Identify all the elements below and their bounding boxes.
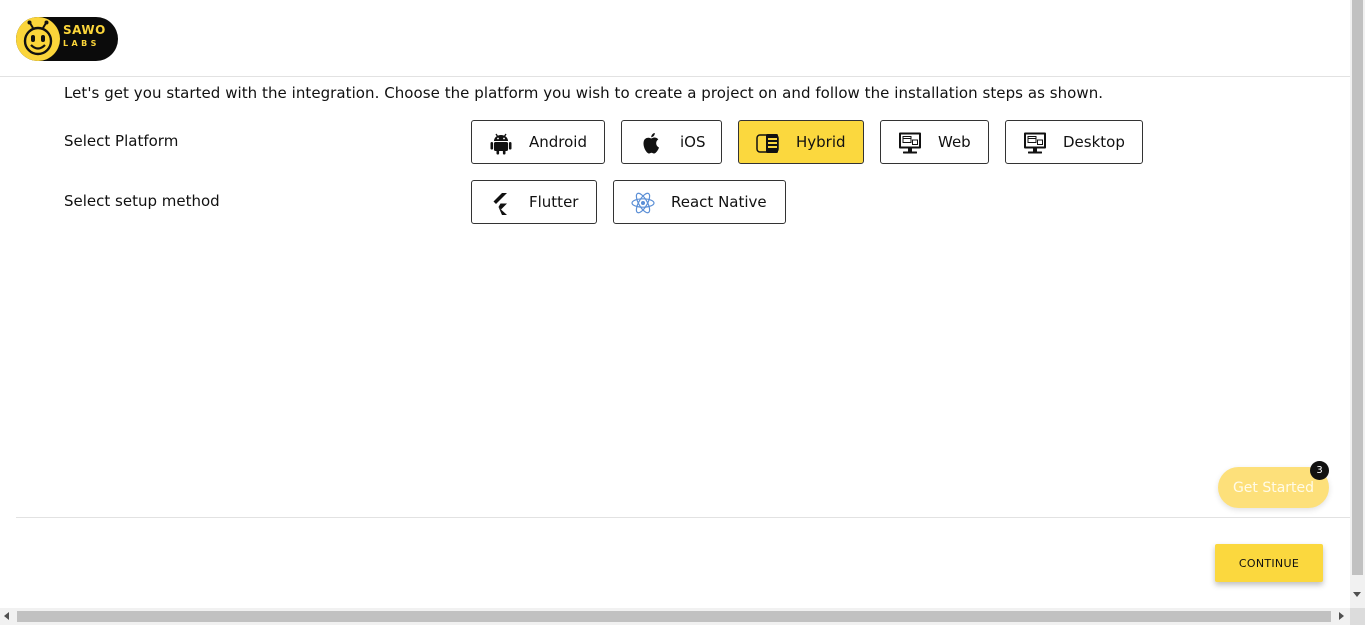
footer-divider	[16, 517, 1350, 518]
setup-option-label: React Native	[671, 193, 767, 211]
horizontal-scrollbar-thumb[interactable]	[17, 611, 1331, 622]
bee-face-icon	[16, 17, 60, 61]
platform-option-label: iOS	[680, 133, 706, 151]
vertical-scrollbar[interactable]	[1350, 0, 1365, 608]
flutter-icon	[493, 193, 507, 215]
react-icon	[631, 192, 655, 214]
vertical-scrollbar-thumb[interactable]	[1352, 0, 1363, 575]
platform-option-label: Desktop	[1063, 133, 1125, 151]
notification-badge: 3	[1310, 461, 1329, 480]
apple-icon	[643, 133, 659, 154]
monitor-icon	[1024, 132, 1046, 154]
brand-name-line1: SAWO	[63, 23, 106, 37]
scroll-down-icon[interactable]	[1353, 592, 1361, 597]
hybrid-icon	[756, 134, 779, 153]
continue-button[interactable]: CONTINUE	[1215, 544, 1323, 582]
scroll-right-icon[interactable]	[1339, 612, 1344, 620]
platform-option-ios[interactable]: iOS	[621, 120, 722, 164]
header: SAWO LABS	[0, 0, 1350, 77]
horizontal-scrollbar[interactable]	[0, 608, 1350, 625]
setup-option-react-native[interactable]: React Native	[613, 180, 786, 224]
scrollbar-corner	[1350, 608, 1365, 625]
monitor-icon	[899, 132, 921, 154]
sawo-labs-logo[interactable]: SAWO LABS	[16, 17, 118, 61]
select-platform-label: Select Platform	[64, 132, 179, 150]
platform-option-desktop[interactable]: Desktop	[1005, 120, 1143, 164]
brand-name: SAWO LABS	[63, 24, 106, 48]
setup-option-flutter[interactable]: Flutter	[471, 180, 597, 224]
platform-option-android[interactable]: Android	[471, 120, 605, 164]
scroll-left-icon[interactable]	[4, 612, 9, 620]
platform-option-label: Hybrid	[796, 133, 846, 151]
platform-option-hybrid[interactable]: Hybrid	[738, 120, 864, 164]
platform-option-label: Web	[938, 133, 971, 151]
setup-option-label: Flutter	[529, 193, 579, 211]
select-setup-method-label: Select setup method	[64, 192, 220, 210]
intro-text: Let's get you started with the integrati…	[64, 84, 1104, 102]
platform-option-label: Android	[529, 133, 587, 151]
android-icon	[490, 133, 512, 155]
platform-option-web[interactable]: Web	[880, 120, 989, 164]
brand-name-line2: LABS	[63, 39, 100, 48]
